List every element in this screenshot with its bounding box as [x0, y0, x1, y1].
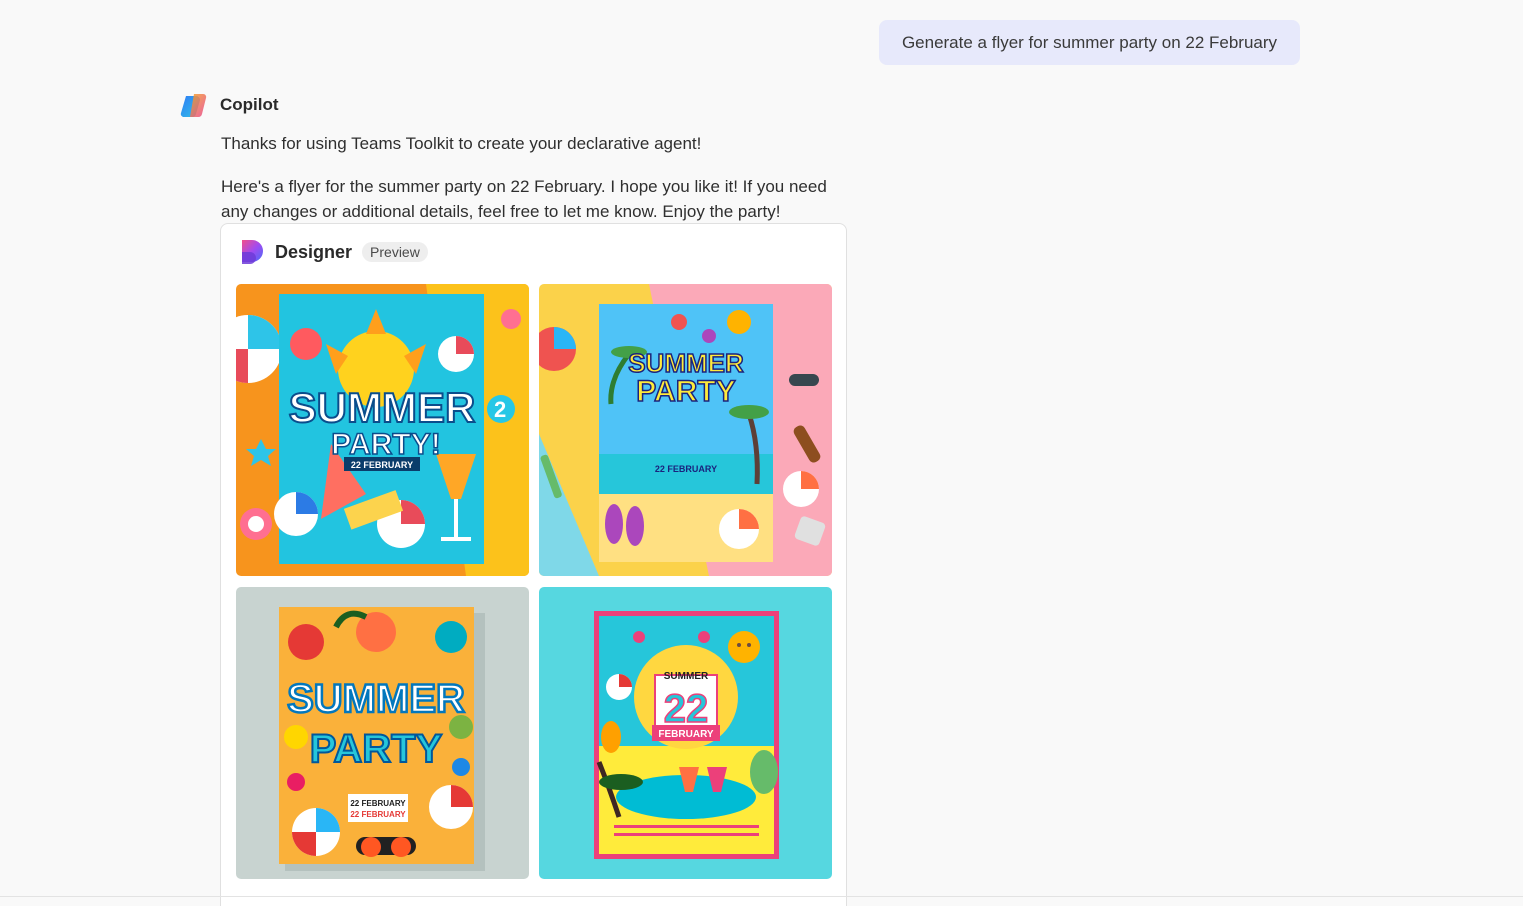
image-1-date: 22 FEBRUARY — [351, 460, 413, 470]
image-1-headline: SUMMER — [289, 384, 476, 431]
generated-image-4[interactable]: SUMMER 22 FEBRUARY — [539, 587, 832, 879]
image-4-headline: SUMMER — [664, 671, 709, 682]
preview-badge: Preview — [362, 242, 428, 262]
generated-image-2[interactable]: SUMMER PARTY 22 FEBRUARY — [539, 284, 832, 576]
image-3-headline: SUMMER — [287, 677, 465, 721]
copilot-header: Copilot — [180, 90, 279, 120]
image-1-subhead: PARTY! — [331, 428, 440, 461]
assistant-message-1: Thanks for using Teams Toolkit to create… — [221, 134, 702, 153]
designer-card: Designer Preview 2 SUMMER PARTY! 22 FEBR… — [220, 223, 847, 906]
image-3-subhead: PARTY — [310, 727, 443, 771]
image-2-date: 22 FEBRUARY — [655, 464, 717, 474]
copilot-logo-icon — [180, 93, 207, 118]
user-message-bubble: Generate a flyer for summer party on 22 … — [879, 20, 1300, 65]
assistant-message-2: Here's a flyer for the summer party on 2… — [221, 177, 827, 221]
designer-title: Designer — [275, 241, 353, 262]
generated-image-1[interactable]: 2 SUMMER PARTY! 22 FEBRUARY — [236, 284, 529, 576]
image-3-date: 22 FEBRUARY — [350, 799, 406, 808]
assistant-name: Copilot — [220, 95, 279, 114]
image-2-headline: SUMMER — [628, 348, 744, 378]
image-4-month: FEBRUARY — [658, 729, 714, 740]
image-4-day: 22 — [664, 687, 709, 731]
svg-text:2: 2 — [494, 397, 506, 422]
image-3-date-repeat: 22 FEBRUARY — [350, 810, 406, 819]
designer-logo-icon — [242, 240, 263, 264]
user-message-text: Generate a flyer for summer party on 22 … — [901, 32, 1278, 52]
chat-page: Generate a flyer for summer party on 22 … — [0, 0, 1523, 906]
generated-image-3[interactable]: SUMMER PARTY 22 FEBRUARY 22 FEBRUARY — [236, 587, 529, 879]
image-2-subhead: PARTY — [636, 375, 735, 408]
designer-header: Designer Preview — [239, 238, 428, 266]
bottom-divider — [0, 896, 1523, 897]
